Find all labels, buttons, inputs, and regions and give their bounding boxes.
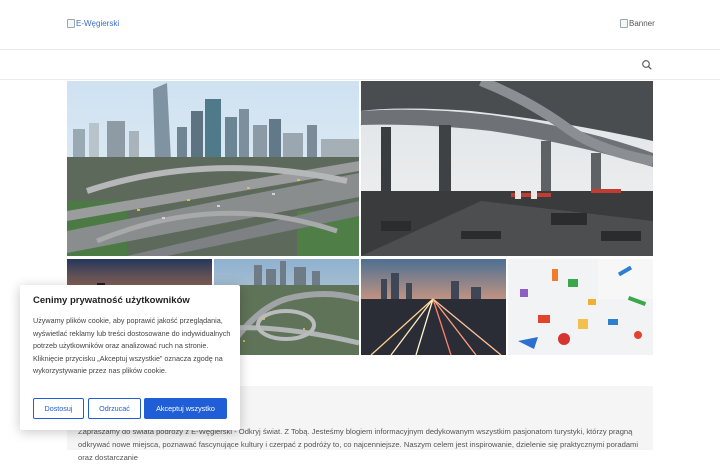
header-banner[interactable]: Banner	[620, 19, 655, 28]
cookie-title: Cenimy prywatność użytkowników	[33, 295, 190, 306]
broken-image-icon	[620, 19, 628, 28]
accept-all-button[interactable]: Akceptuj wszystko	[144, 398, 227, 419]
broken-image-icon	[67, 19, 75, 28]
navigation-bar	[0, 50, 720, 80]
site-logo[interactable]: E-Węgierski	[67, 19, 119, 28]
search-button[interactable]	[641, 58, 653, 70]
reject-button[interactable]: Odrzucać	[88, 398, 141, 419]
search-icon	[642, 60, 652, 70]
banner-alt-text: Banner	[629, 19, 655, 28]
intro-text: Zapraszamy do świata podróży z E-Węgiers…	[78, 427, 639, 462]
cookie-consent-dialog: Cenimy prywatność użytkowników Używamy p…	[20, 285, 240, 430]
cookie-text: Używamy plików cookie, aby poprawić jako…	[33, 316, 231, 376]
gallery-image-city-highway[interactable]	[67, 81, 359, 256]
gallery-image-overpass-construction[interactable]	[361, 81, 653, 256]
logo-alt-text: E-Węgierski	[76, 19, 120, 28]
gallery-image-crafts[interactable]	[508, 259, 653, 355]
customize-button[interactable]: Dostosuj	[33, 398, 84, 419]
site-header: E-Węgierski Banner	[0, 0, 720, 50]
gallery-image-light-trails[interactable]	[361, 259, 506, 355]
